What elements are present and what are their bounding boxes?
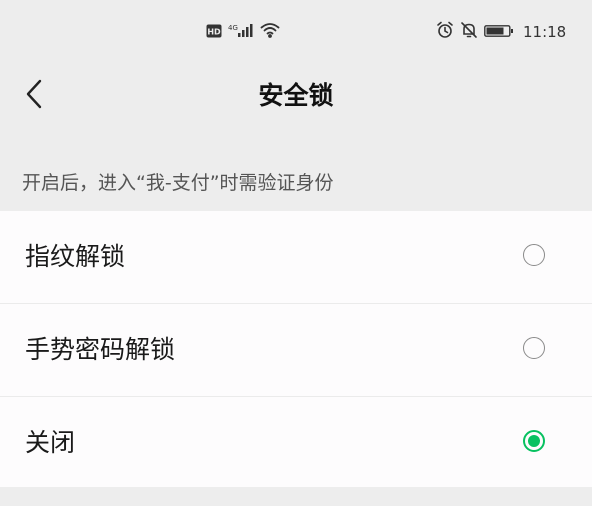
alarm-icon	[436, 21, 454, 43]
radio-button-selected[interactable]	[523, 430, 545, 452]
status-right-icons: 11:18	[436, 21, 567, 43]
nav-bar: 安全锁	[0, 66, 592, 126]
status-center-icons: HD 4G	[206, 22, 280, 42]
option-label: 手势密码解锁	[25, 335, 176, 364]
option-fingerprint-unlock[interactable]: 指纹解锁	[0, 211, 592, 304]
option-label: 关闭	[25, 428, 76, 457]
status-time: 11:18	[523, 23, 567, 41]
network-type-label: 4G	[228, 24, 238, 32]
hd-icon: HD	[206, 23, 222, 42]
status-bar: HD 4G 11:18	[0, 0, 592, 66]
mute-icon	[460, 21, 478, 43]
option-off[interactable]: 关闭	[0, 397, 592, 489]
wifi-icon	[260, 22, 280, 42]
hint-text: 开启后，进入“我-支付”时需验证身份	[22, 172, 334, 194]
svg-text:HD: HD	[207, 27, 221, 36]
lock-options-list: 指纹解锁 手势密码解锁 关闭	[0, 211, 592, 487]
battery-icon	[484, 23, 514, 42]
page-title: 安全锁	[258, 81, 334, 110]
radio-button[interactable]	[523, 337, 545, 359]
signal-icon: 4G	[228, 22, 254, 42]
radio-button[interactable]	[523, 244, 545, 266]
option-gesture-password-unlock[interactable]: 手势密码解锁	[0, 304, 592, 397]
option-label: 指纹解锁	[25, 242, 126, 271]
